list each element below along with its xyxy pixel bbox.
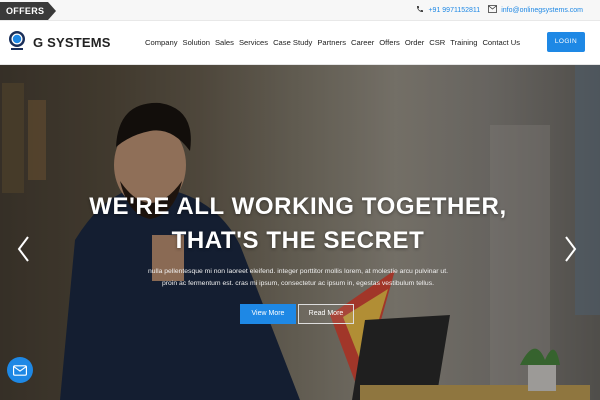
nav-contact-us[interactable]: Contact Us	[482, 38, 520, 47]
email-link[interactable]: info@onlinegsystems.com	[501, 7, 583, 14]
nav-solution[interactable]: Solution	[183, 38, 210, 47]
hero-title-line-1: WE'RE ALL WORKING TOGETHER,	[89, 193, 507, 220]
hero-slider: WE'RE ALL WORKING TOGETHER, THAT'S THE S…	[0, 65, 600, 400]
login-button[interactable]: LOGIN	[547, 32, 585, 52]
nav-csr[interactable]: CSR	[429, 38, 445, 47]
main-nav: Company Solution Sales Services Case Stu…	[145, 38, 520, 47]
nav-order[interactable]: Order	[405, 38, 424, 47]
nav-partners[interactable]: Partners	[317, 38, 346, 47]
hero-description-line-2: proin ac fermentum est. cras mi ipsum, c…	[162, 280, 434, 287]
site-header: G SYSTEMS Company Solution Sales Service…	[0, 21, 600, 65]
offers-tag[interactable]: OFFERS	[0, 2, 57, 20]
hero-description: nulla pellentesque mi non laoreet eleife…	[140, 266, 456, 290]
g-systems-logo-icon[interactable]	[6, 30, 28, 52]
mail-icon	[13, 364, 27, 376]
envelope-icon	[488, 5, 498, 15]
phone-icon	[416, 5, 424, 15]
nav-training[interactable]: Training	[450, 38, 477, 47]
chevron-right-icon[interactable]	[564, 235, 578, 263]
brand-name[interactable]: G SYSTEMS	[33, 35, 111, 50]
contact-info: +91 9971152811 info@onlinegsystems.com	[416, 5, 583, 15]
nav-company[interactable]: Company	[145, 38, 178, 47]
nav-career[interactable]: Career	[351, 38, 374, 47]
top-bar: OFFERS +91 9971152811 info@onlinegsystem…	[0, 0, 600, 21]
nav-case-study[interactable]: Case Study	[273, 38, 312, 47]
read-more-button[interactable]: Read More	[298, 304, 354, 324]
hero-title-line-2: THAT'S THE SECRET	[171, 227, 425, 254]
phone-number[interactable]: +91 9971152811	[428, 7, 480, 14]
hero-title: WE'RE ALL WORKING TOGETHER, THAT'S THE S…	[0, 190, 596, 258]
nav-sales[interactable]: Sales	[215, 38, 234, 47]
nav-services[interactable]: Services	[239, 38, 268, 47]
mail-fab-button[interactable]	[7, 357, 33, 383]
hero-description-line-1: nulla pellentesque mi non laoreet eleife…	[148, 268, 448, 275]
chevron-left-icon[interactable]	[16, 235, 30, 263]
nav-offers[interactable]: Offers	[379, 38, 400, 47]
view-more-button[interactable]: View More	[240, 304, 296, 324]
